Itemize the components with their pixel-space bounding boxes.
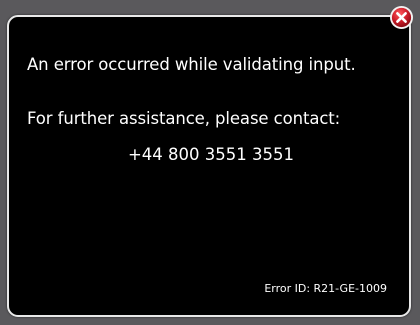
error-dialog: An error occurred while validating input…: [7, 15, 411, 317]
assistance-text: For further assistance, please contact:: [27, 109, 341, 128]
close-button[interactable]: [389, 5, 414, 30]
contact-phone-number: +44 800 3551 3551: [127, 145, 295, 164]
error-id-label: Error ID: R21-GE-1009: [264, 282, 387, 295]
close-icon: [390, 6, 413, 29]
error-message: An error occurred while validating input…: [27, 55, 356, 74]
screen-background: An error occurred while validating input…: [0, 0, 420, 325]
